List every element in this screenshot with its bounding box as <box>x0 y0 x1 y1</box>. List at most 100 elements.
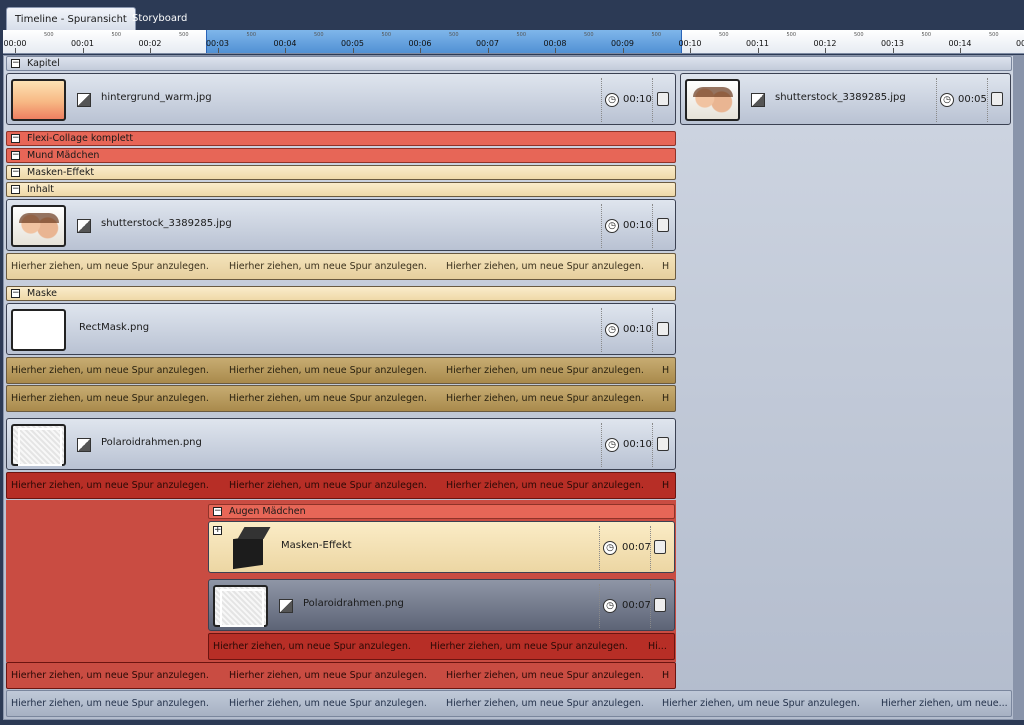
clock-icon[interactable]: ◷ <box>603 541 617 555</box>
ruler-tick <box>487 48 489 53</box>
trash-icon[interactable] <box>991 92 1003 106</box>
ruler-major-label: 00:12 <box>813 39 837 48</box>
clock-icon[interactable]: ◷ <box>605 438 619 452</box>
clip-shutterstock-inhalt[interactable]: shutterstock_3389285.jpg ◷ 00:10 <box>6 199 676 251</box>
drop-zone[interactable]: Hierher ziehen, um neue Spur anzulegen. … <box>6 253 676 280</box>
drop-zone-text: Hierher ziehen, um neue Spur anzulegen. <box>446 480 644 491</box>
drop-zone[interactable]: Hierher ziehen, um neue Spur anzulegen. … <box>6 472 676 499</box>
ruler-minor-label: 500 <box>381 32 392 38</box>
clip-duration: 00:07 <box>622 600 651 611</box>
track-header-maske[interactable]: − Maske <box>6 286 676 301</box>
trash-icon[interactable] <box>657 437 669 451</box>
ruler-major-label: 00:11 <box>745 39 770 48</box>
clock-icon[interactable]: ◷ <box>603 599 617 613</box>
collapse-minus-icon[interactable]: − <box>11 134 20 143</box>
ruler-major-label: 00:05 <box>340 39 365 48</box>
drop-zone-text: Hierher ziehen, um neue Spur anzulegen. <box>229 480 427 491</box>
effect-icon[interactable] <box>77 93 91 107</box>
ruler-major-label: 00:04 <box>273 39 297 48</box>
trash-icon[interactable] <box>657 322 669 336</box>
effect-icon[interactable] <box>77 219 91 233</box>
ruler-major-label: 00:13 <box>880 39 905 48</box>
clip-duration: 00:07 <box>622 542 651 553</box>
effect-icon[interactable] <box>279 599 293 613</box>
clock-icon[interactable]: ◷ <box>605 93 619 107</box>
clip-shutterstock-top[interactable]: shutterstock_3389285.jpg ◷ 00:05 <box>680 73 1011 125</box>
clip-name: Polaroidrahmen.png <box>101 437 202 448</box>
track-header-inhalt[interactable]: − Inhalt <box>6 182 676 197</box>
clip-rectmask[interactable]: RectMask.png ◷ 00:10 <box>6 303 676 355</box>
ruler-tick <box>622 48 624 53</box>
separator <box>601 78 602 122</box>
drop-zone-text: H <box>662 393 670 404</box>
collapse-minus-icon[interactable]: − <box>11 168 20 177</box>
drop-zone-text: Hierher ziehen, um neue Spur anzulegen. <box>662 698 860 709</box>
ruler-tick <box>82 48 84 53</box>
separator <box>652 308 653 352</box>
ruler-minor-label: 500 <box>786 32 797 38</box>
drop-zone-text: Hierher ziehen, um neue Spur anzulegen. <box>446 365 644 376</box>
collapse-minus-icon[interactable]: − <box>213 507 222 516</box>
clip-thumbnail <box>11 205 66 247</box>
drop-zone-text: Hierher ziehen, um neue Spur anzulegen. <box>446 393 644 404</box>
clock-icon[interactable]: ◷ <box>940 93 954 107</box>
collapse-minus-icon[interactable]: − <box>11 59 20 68</box>
trash-icon[interactable] <box>654 598 666 612</box>
track-label: Flexi-Collage komplett <box>27 133 134 144</box>
separator <box>601 423 602 467</box>
ruler-minor-label: 500 <box>988 32 999 38</box>
collapse-minus-icon[interactable]: − <box>11 185 20 194</box>
expand-plus-icon[interactable]: + <box>213 526 222 535</box>
clip-duration: 00:10 <box>623 439 652 450</box>
ruler-major-label: 00:15 <box>1015 39 1024 48</box>
drop-zone[interactable]: Hierher ziehen, um neue Spur anzulegen. … <box>6 357 676 384</box>
drop-zone-text: H <box>662 365 670 376</box>
separator <box>652 423 653 467</box>
vertical-scrollbar[interactable] <box>1014 55 1024 720</box>
timeline-ruler[interactable]: 00:00 500 00:01 500 00:02 500 00:03 500 00:04 500… <box>3 30 1024 54</box>
clock-icon[interactable]: ◷ <box>605 219 619 233</box>
clip-polaroid-1[interactable]: Polaroidrahmen.png ◷ 00:10 <box>6 418 676 470</box>
trash-icon[interactable] <box>657 218 669 232</box>
clip-thumbnail <box>685 79 740 121</box>
drop-zone-text: Hierher ziehen, um neue Spur anzulegen. <box>11 365 209 376</box>
drop-zone-text: Hierher ziehen, um neue Spur anzulegen. <box>11 261 209 272</box>
clip-hintergrund[interactable]: hintergrund_warm.jpg ◷ 00:10 <box>6 73 676 125</box>
separator <box>987 78 988 122</box>
collapse-minus-icon[interactable]: − <box>11 289 20 298</box>
clip-polaroid-2[interactable]: Polaroidrahmen.png ◷ 00:07 <box>208 579 675 631</box>
ruler-tick <box>217 48 219 53</box>
track-header-kapitel[interactable]: − Kapitel <box>6 56 1012 71</box>
ruler-major-label: 00:08 <box>543 39 567 48</box>
drop-zone-text: H <box>662 261 670 272</box>
tab-timeline[interactable]: Timeline - Spuransicht <box>6 7 136 30</box>
collapse-minus-icon[interactable]: − <box>11 151 20 160</box>
track-header-mund[interactable]: − Mund Mädchen <box>6 148 676 163</box>
trash-icon[interactable] <box>654 540 666 554</box>
clip-thumbnail <box>11 424 66 466</box>
tab-storyboard[interactable]: Storyboard <box>124 7 195 30</box>
clip-name: Masken-Effekt <box>281 540 352 551</box>
clip-masken-effekt[interactable]: + Masken-Effekt ◷ 00:07 <box>208 521 675 573</box>
ruler-minor-label: 500 <box>853 32 864 38</box>
drop-zone-text: Hierher ziehen, um neue Spur anzulegen. <box>11 393 209 404</box>
track-label: Mund Mädchen <box>27 150 100 161</box>
track-header-masken-effekt[interactable]: − Masken-Effekt <box>6 165 676 180</box>
effect-icon[interactable] <box>77 438 91 452</box>
drop-zone-text: Hierher ziehen, um neue Spur anzulegen. <box>430 641 628 652</box>
drop-zone-text: Hierher ziehen, um neue Spur anzulegen. <box>229 261 427 272</box>
ruler-major-label: 00:06 <box>408 39 432 48</box>
track-header-flexi-collage[interactable]: − Flexi-Collage komplett <box>6 131 676 146</box>
ruler-tick <box>420 48 421 53</box>
drop-zone[interactable]: Hierher ziehen, um neue Spur anzulegen. … <box>6 385 676 412</box>
drop-zone[interactable]: Hierher ziehen, um neue Spur anzulegen. … <box>208 633 675 660</box>
track-header-augen[interactable]: − Augen Mädchen <box>208 504 675 519</box>
effect-icon[interactable] <box>751 93 765 107</box>
drop-zone[interactable]: Hierher ziehen, um neue Spur anzulegen. … <box>6 690 1012 717</box>
clock-icon[interactable]: ◷ <box>605 323 619 337</box>
trash-icon[interactable] <box>657 92 669 106</box>
effect-cube-icon <box>225 527 280 569</box>
separator <box>599 526 600 570</box>
drop-zone[interactable]: Hierher ziehen, um neue Spur anzulegen. … <box>6 662 676 689</box>
drop-zone-text: Hierher ziehen, um neue Spur anzulegen. <box>229 698 427 709</box>
